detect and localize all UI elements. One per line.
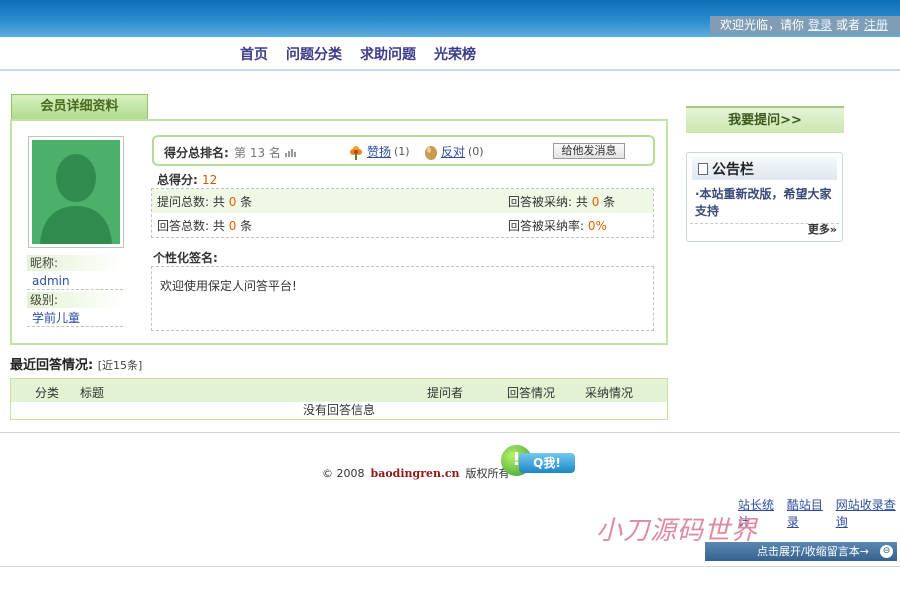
copyright: © 2008 baodingren.cn 版权所有 bbox=[322, 465, 510, 481]
col-title: 标题 bbox=[80, 386, 105, 400]
adopt-rate: 回答被采纳率: 0% bbox=[508, 218, 607, 233]
notice-header: 公告栏 bbox=[692, 157, 837, 180]
praise-link[interactable]: 赞扬 bbox=[367, 143, 391, 160]
avatar bbox=[28, 136, 124, 248]
flower-icon bbox=[350, 145, 362, 160]
nav-honor-roll[interactable]: 光荣榜 bbox=[434, 44, 476, 64]
site-domain: baodingren.cn bbox=[370, 466, 460, 480]
copyright-year: © 2008 bbox=[322, 466, 365, 480]
guestbook-toggle-label: 点击展开/收缩留言本→ bbox=[757, 545, 869, 558]
signature-title: 个性化签名: bbox=[153, 251, 218, 265]
recent-count: [近15条] bbox=[97, 359, 143, 372]
qq-label: Q我! bbox=[519, 453, 575, 473]
answers-total: 回答总数: 共 0 条 bbox=[157, 218, 253, 233]
top-banner: 欢迎光临，请你 登录 或者 注册 bbox=[0, 0, 900, 37]
rank-label: 得分总排名: bbox=[164, 146, 229, 160]
table-header: 分类 标题 提问者 回答情况 采纳情况 bbox=[11, 379, 667, 402]
user-login-box: 欢迎光临，请你 登录 或者 注册 bbox=[709, 16, 900, 35]
rank-box: 得分总排名: 第 13 名 赞扬 (1) 反对 (0) 给他发消息 bbox=[152, 135, 655, 166]
level-label: 级别: bbox=[27, 292, 123, 308]
welcome-text: 欢迎光临，请你 bbox=[719, 18, 804, 32]
rank-chart-icon bbox=[284, 149, 296, 157]
total-score-value: 12 bbox=[202, 173, 218, 187]
member-detail-tab: 会员详细资料 bbox=[11, 94, 148, 120]
rank-value: 第 13 名 bbox=[234, 144, 297, 161]
stats-row: 提问总数: 共 0 条 回答被采纳: 共 0 条 bbox=[152, 189, 653, 213]
praise-count: (1) bbox=[394, 145, 410, 158]
footer-links: 站长统计 酷站目录 网站收录查询 bbox=[738, 496, 900, 530]
stats-table: 提问总数: 共 0 条 回答被采纳: 共 0 条 回答总数: 共 0 条 回答被… bbox=[151, 188, 654, 238]
more-link[interactable]: 更多» bbox=[808, 221, 837, 237]
total-score: 总得分: 12 bbox=[157, 173, 218, 187]
document-icon bbox=[698, 162, 708, 175]
indexing-link[interactable]: 网站收录查询 bbox=[836, 496, 900, 530]
col-adopt-status: 采纳情况 bbox=[585, 386, 634, 400]
or-text: 或者 bbox=[835, 18, 860, 32]
level-value: 学前儿童 bbox=[27, 309, 123, 327]
answers-adopted: 回答被采纳: 共 0 条 bbox=[508, 194, 616, 209]
nav-categories[interactable]: 问题分类 bbox=[286, 44, 342, 64]
avatar-placeholder-icon bbox=[32, 140, 120, 244]
nav-home[interactable]: 首页 bbox=[240, 44, 268, 64]
recent-answers-table: 分类 标题 提问者 回答情况 采纳情况 没有回答信息 bbox=[10, 378, 668, 420]
oppose-count: (0) bbox=[468, 145, 484, 158]
guestbook-toggle[interactable]: 点击展开/收缩留言本→ ⊖ bbox=[705, 542, 897, 561]
bottom-divider bbox=[0, 566, 900, 567]
divider bbox=[0, 432, 900, 433]
notice-title: 公告栏 bbox=[712, 161, 754, 178]
notice-board: 公告栏 ·本站重新改版，希望大家支持 更多» bbox=[686, 152, 843, 242]
oppose-link[interactable]: 反对 bbox=[441, 143, 465, 160]
stats-row: 回答总数: 共 0 条 回答被采纳率: 0% bbox=[152, 213, 653, 237]
member-detail-panel: 昵称: admin 级别: 学前儿童 得分总排名: 第 13 名 赞扬 (1) … bbox=[10, 119, 668, 345]
signature-box: 欢迎使用保定人问答平台! bbox=[151, 266, 654, 331]
cool-sites-link[interactable]: 酷站目录 bbox=[787, 496, 830, 530]
praise-group: 赞扬 (1) bbox=[348, 143, 410, 160]
qq-contact-button[interactable]: ! Q我! bbox=[501, 445, 575, 476]
nickname-label: 昵称: bbox=[27, 255, 123, 271]
egg-icon bbox=[425, 145, 437, 160]
nav-help-questions[interactable]: 求助问题 bbox=[360, 44, 416, 64]
recent-answers-title: 最近回答情况: [近15条] bbox=[10, 358, 143, 373]
main-nav: 首页 问题分类 求助问题 光荣榜 bbox=[0, 37, 900, 71]
questions-total: 提问总数: 共 0 条 bbox=[157, 194, 253, 209]
toggle-icon: ⊖ bbox=[880, 545, 893, 558]
col-category: 分类 bbox=[35, 386, 60, 400]
notice-item[interactable]: ·本站重新改版，希望大家支持 bbox=[690, 180, 839, 224]
empty-message: 没有回答信息 bbox=[302, 403, 375, 417]
register-link[interactable]: 注册 bbox=[864, 16, 888, 35]
login-link[interactable]: 登录 bbox=[808, 16, 832, 35]
send-message-button[interactable]: 给他发消息 bbox=[553, 143, 625, 159]
col-asker: 提问者 bbox=[427, 386, 464, 400]
ask-question-button[interactable]: 我要提问>> bbox=[686, 106, 844, 133]
oppose-group: 反对 (0) bbox=[424, 143, 484, 160]
col-answer-status: 回答情况 bbox=[507, 386, 556, 400]
nickname-value: admin bbox=[27, 272, 123, 290]
